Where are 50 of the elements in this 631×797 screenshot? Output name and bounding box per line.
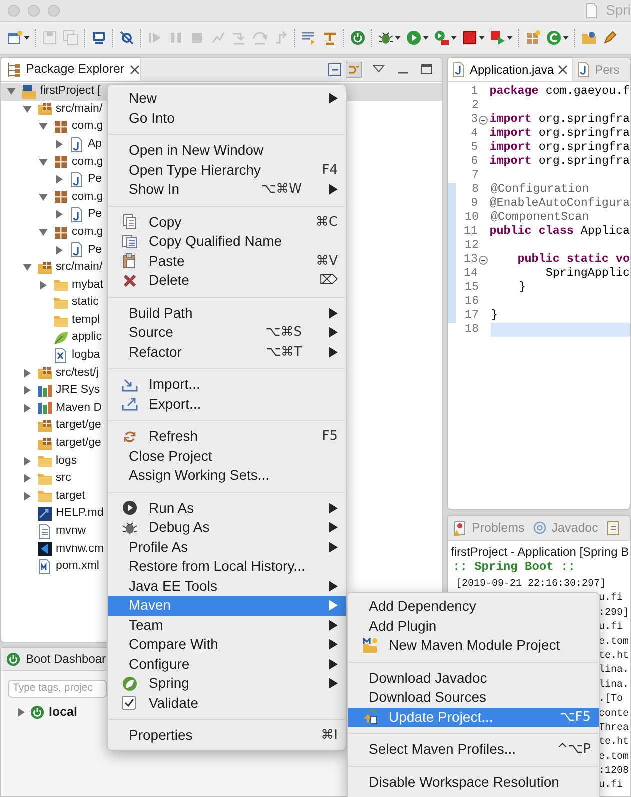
console-line: u.fi: [599, 622, 624, 634]
line-number: 8: [470, 181, 479, 198]
line-number: 1: [470, 83, 478, 100]
console-line: te.ht: [599, 737, 630, 748]
line-number: 10: [464, 209, 479, 226]
console-line: e.tom: [599, 636, 630, 648]
line-number: 3: [470, 111, 478, 128]
tab-label: Package Explorer: [26, 61, 125, 78]
console-line: :1208: [599, 766, 630, 778]
line-number: 2: [470, 97, 479, 114]
console-line: u.fi: [599, 593, 624, 604]
console-line: lina.: [599, 665, 630, 676]
console-line: [2019-09-21 22:16:30:297]: [456, 579, 606, 590]
console-line: e.tom: [599, 752, 630, 763]
code-text: @Configuration: [491, 181, 590, 198]
line-number: 11: [463, 223, 478, 240]
code-text: public static vo: [516, 251, 630, 268]
console-heading: :: Spring Boot ::: [452, 559, 576, 574]
line-number: 13: [463, 251, 478, 268]
code-text: import org.springfra: [490, 111, 630, 128]
code-text: @ComponentScan: [491, 209, 590, 226]
line-number: 12: [464, 237, 479, 254]
console-line: te.ht: [599, 650, 630, 662]
line-number: 4: [470, 125, 478, 142]
line-number: 7: [470, 167, 479, 184]
line-number: 14: [463, 265, 478, 282]
line-number: 5: [470, 139, 478, 156]
line-number: 16: [464, 293, 479, 310]
code-text: import org.springfra: [490, 125, 630, 142]
code-text: SpringApplic: [544, 265, 630, 282]
line-number: 6: [470, 153, 478, 170]
line-number: 15: [464, 279, 479, 296]
console-line: lina.: [599, 680, 630, 691]
code-text: public class Applica: [490, 223, 630, 240]
code-text: }: [518, 279, 526, 296]
console-line: conte: [599, 708, 630, 720]
line-number: 17: [464, 307, 479, 324]
window-title: Spri: [606, 1, 631, 20]
console-line: :299]: [599, 608, 630, 619]
console-line: Threa: [599, 722, 630, 734]
code-text: import org.springfra: [490, 153, 630, 170]
console-line: .[To: [599, 694, 624, 706]
code-text: @EnableAutoConfigura: [490, 195, 630, 212]
code-text: }: [491, 307, 498, 324]
code-text: import org.springfra: [490, 139, 630, 156]
console-line: u.fi: [599, 780, 624, 792]
line-number: 9: [470, 195, 478, 212]
console-description: firstProject - Application [Spring B: [450, 544, 630, 558]
line-number: 18: [464, 321, 479, 338]
code-text: package com.gaeyou.f: [490, 83, 630, 100]
